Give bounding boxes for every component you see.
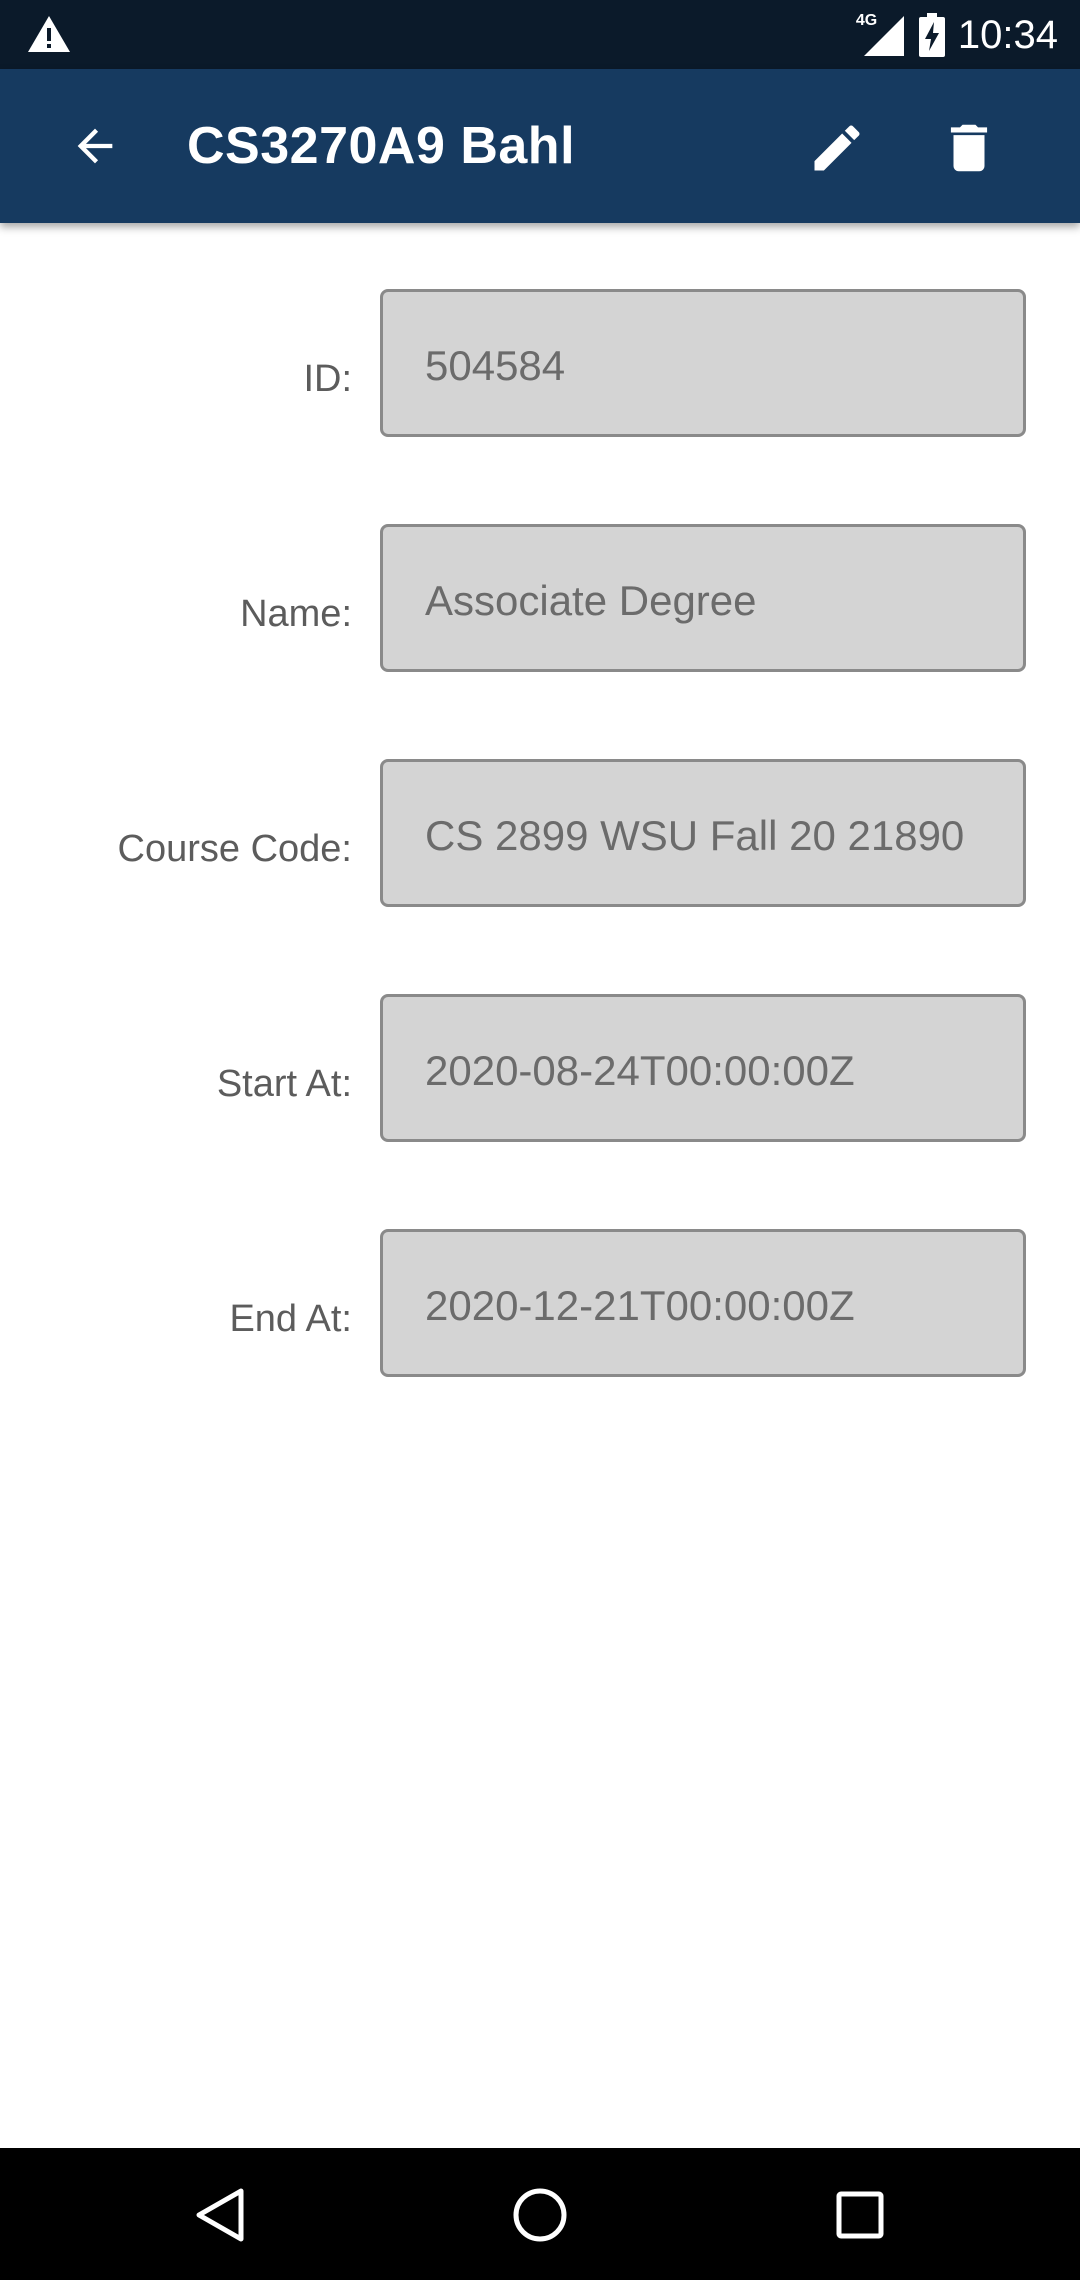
end-at-label: End At: (229, 1298, 352, 1340)
name-field[interactable]: Associate Degree (380, 524, 1026, 672)
delete-button[interactable] (932, 111, 1006, 185)
end-at-value: 2020-12-21T00:00:00Z (425, 1282, 855, 1329)
battery-charging-icon (918, 13, 946, 57)
back-triangle-icon (196, 2188, 244, 2242)
trash-icon (950, 124, 988, 172)
nav-home-button[interactable] (505, 2180, 575, 2250)
course-code-field[interactable]: CS 2899 WSU Fall 20 21890 (380, 759, 1026, 907)
recents-square-icon (836, 2191, 884, 2239)
form-row-course-code: Course Code: CS 2899 WSU Fall 20 21890 (0, 759, 1080, 911)
course-code-label: Course Code: (117, 828, 352, 870)
name-label: Name: (240, 593, 352, 635)
back-arrow-icon (77, 128, 113, 164)
status-indicators: 4G 10:34 (856, 10, 1058, 60)
nav-back-button[interactable] (186, 2180, 256, 2250)
start-at-label: Start At: (216, 1063, 352, 1105)
signal-icon: 4G (856, 12, 906, 58)
warning-icon (26, 14, 72, 54)
page-title: CS3270A9 Bahl (187, 117, 576, 175)
id-label: ID: (303, 358, 352, 400)
system-nav-bar (0, 2148, 1080, 2280)
course-code-value: CS 2899 WSU Fall 20 21890 (425, 812, 965, 859)
id-value: 504584 (425, 342, 566, 389)
status-time: 10:34 (957, 13, 1058, 57)
status-bar: 4G 10:34 (0, 0, 1080, 69)
form-row-start-at: Start At: 2020-08-24T00:00:00Z (0, 994, 1080, 1146)
edit-button[interactable] (800, 111, 874, 185)
home-circle-icon (513, 2188, 567, 2242)
end-at-field[interactable]: 2020-12-21T00:00:00Z (380, 1229, 1026, 1377)
back-button[interactable] (60, 111, 130, 181)
form-row-name: Name: Associate Degree (0, 524, 1080, 676)
pencil-icon (814, 125, 860, 171)
form-row-end-at: End At: 2020-12-21T00:00:00Z (0, 1229, 1080, 1381)
nav-recents-button[interactable] (825, 2180, 895, 2250)
form-row-id: ID: 504584 (0, 289, 1080, 441)
id-field[interactable]: 504584 (380, 289, 1026, 437)
name-value: Associate Degree (425, 577, 757, 624)
app-bar: CS3270A9 Bahl (0, 69, 1080, 223)
start-at-field[interactable]: 2020-08-24T00:00:00Z (380, 994, 1026, 1142)
start-at-value: 2020-08-24T00:00:00Z (425, 1047, 855, 1094)
